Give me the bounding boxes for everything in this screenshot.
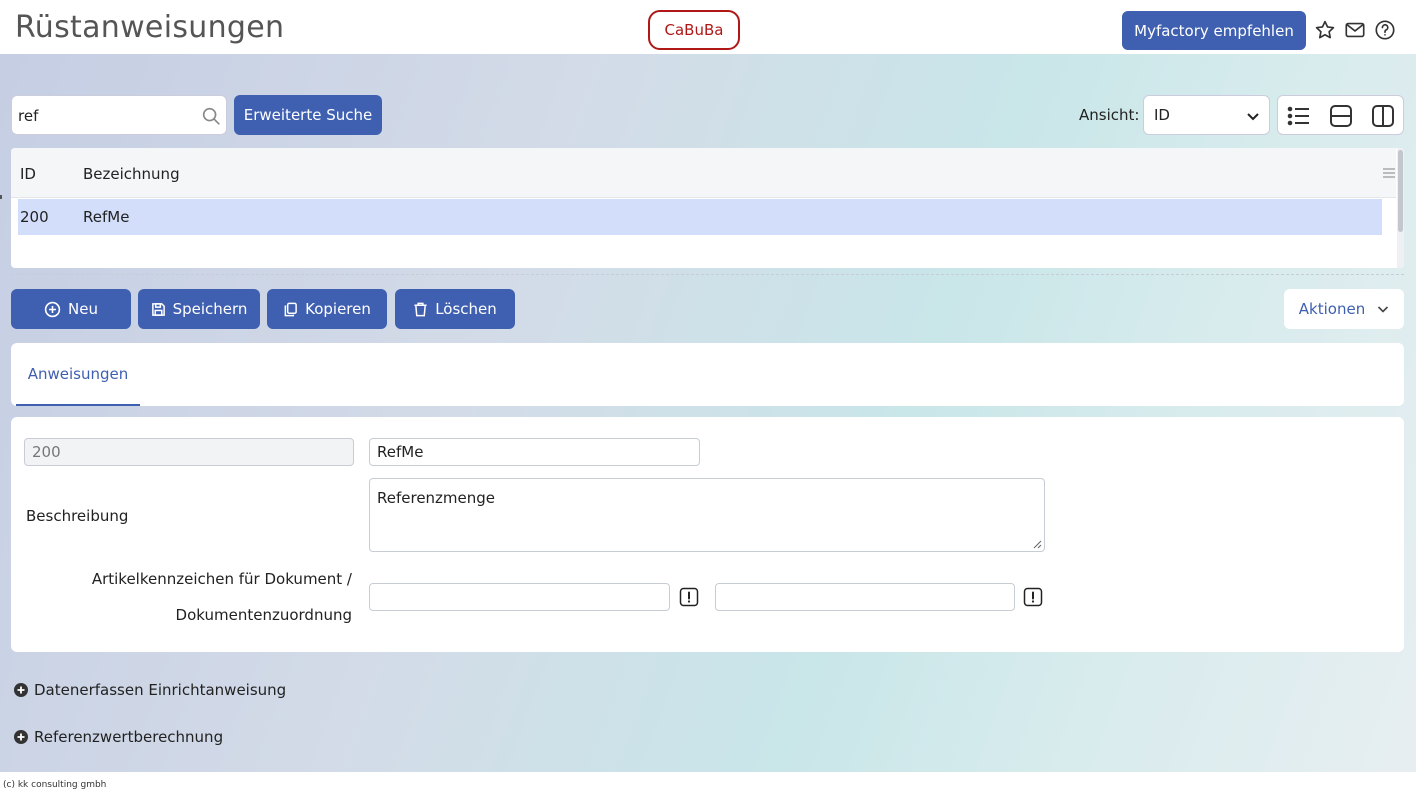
view-label: Ansicht:	[1079, 106, 1140, 124]
splitter-handle[interactable]	[0, 195, 2, 199]
split-vertical-icon[interactable]	[1370, 103, 1396, 129]
grid-splitter[interactable]	[11, 274, 1404, 275]
resize-grip-icon[interactable]	[1032, 539, 1042, 549]
section-referenzwert[interactable]: Referenzwertberechnung	[13, 728, 223, 746]
detail-form: 200 RefMe Beschreibung Referenzmenge Art…	[11, 417, 1404, 652]
search-icon[interactable]	[200, 105, 222, 127]
help-icon[interactable]	[1374, 19, 1396, 41]
copy-button[interactable]: Kopieren	[267, 289, 387, 329]
page-title: Rüstanweisungen	[15, 10, 285, 45]
description-label: Beschreibung	[26, 507, 129, 525]
save-icon	[151, 302, 165, 316]
trash-icon	[414, 302, 427, 316]
column-header-bezeichnung[interactable]: Bezeichnung	[83, 165, 180, 183]
footer: (c) kk consulting gmbh	[0, 772, 1416, 798]
table-row[interactable]: 200 RefMe	[18, 199, 1382, 235]
star-icon[interactable]	[1314, 19, 1336, 41]
column-header-id[interactable]: ID	[20, 165, 36, 183]
section-label: Datenerfassen Einrichtanweisung	[34, 681, 287, 699]
article-field-1[interactable]	[369, 583, 670, 611]
expand-plus-icon	[14, 730, 28, 744]
cell-id: 200	[20, 208, 49, 226]
list-view-icon[interactable]	[1286, 103, 1312, 129]
section-datenerfassen[interactable]: Datenerfassen Einrichtanweisung	[13, 681, 286, 699]
search-box[interactable]	[11, 95, 227, 135]
description-field[interactable]: Referenzmenge	[369, 478, 1045, 552]
save-button[interactable]: Speichern	[138, 289, 260, 329]
column-menu-icon[interactable]	[1382, 167, 1396, 179]
expand-plus-icon	[14, 683, 28, 697]
description-text: Referenzmenge	[377, 489, 496, 507]
view-mode-group	[1277, 95, 1404, 135]
chevron-down-icon	[1247, 113, 1259, 121]
delete-button[interactable]: Löschen	[395, 289, 515, 329]
tab-bar: Anweisungen	[11, 343, 1404, 406]
advanced-search-button[interactable]: Erweiterte Suche	[234, 95, 382, 135]
save-button-label: Speichern	[172, 300, 248, 318]
scrollbar-thumb[interactable]	[1398, 150, 1403, 232]
view-select-value: ID	[1154, 106, 1170, 124]
article-field-2[interactable]	[715, 583, 1015, 611]
tab-anweisungen[interactable]: Anweisungen	[16, 343, 140, 406]
split-horizontal-icon[interactable]	[1328, 103, 1354, 129]
plus-circle-icon	[44, 301, 61, 317]
new-button[interactable]: Neu	[11, 289, 131, 329]
cell-bezeichnung: RefMe	[83, 208, 130, 226]
top-bar: Rüstanweisungen CaBuBa Myfactory empfehl…	[0, 0, 1416, 54]
alert-icon[interactable]	[1023, 587, 1043, 607]
alert-icon[interactable]	[679, 587, 699, 607]
copy-button-label: Kopieren	[305, 300, 371, 318]
copyright-text: (c) kk consulting gmbh	[3, 780, 107, 790]
actions-dropdown[interactable]: Aktionen	[1284, 289, 1404, 329]
name-field[interactable]: RefMe	[369, 438, 700, 466]
copy-icon	[284, 302, 297, 316]
view-select[interactable]: ID	[1143, 95, 1270, 135]
tenant-badge[interactable]: CaBuBa	[648, 10, 740, 50]
search-input[interactable]	[18, 105, 188, 127]
tab-label: Anweisungen	[27, 364, 129, 383]
new-button-label: Neu	[68, 300, 98, 318]
advanced-search-label: Erweiterte Suche	[243, 106, 373, 124]
delete-button-label: Löschen	[435, 300, 497, 318]
article-label-line2: Dokumentenzuordnung	[175, 606, 352, 624]
article-label-line1: Artikelkennzeichen für Dokument /	[91, 570, 352, 588]
result-grid: ID Bezeichnung 200 RefMe	[11, 148, 1404, 268]
chevron-down-icon	[1378, 306, 1389, 313]
grid-header: ID Bezeichnung	[11, 148, 1396, 198]
mail-icon[interactable]	[1344, 19, 1366, 41]
grid-scrollbar[interactable]	[1397, 148, 1404, 268]
section-label: Referenzwertberechnung	[34, 728, 224, 746]
id-field: 200	[24, 438, 354, 466]
actions-label: Aktionen	[1298, 300, 1366, 318]
recommend-button[interactable]: Myfactory empfehlen	[1122, 11, 1306, 50]
